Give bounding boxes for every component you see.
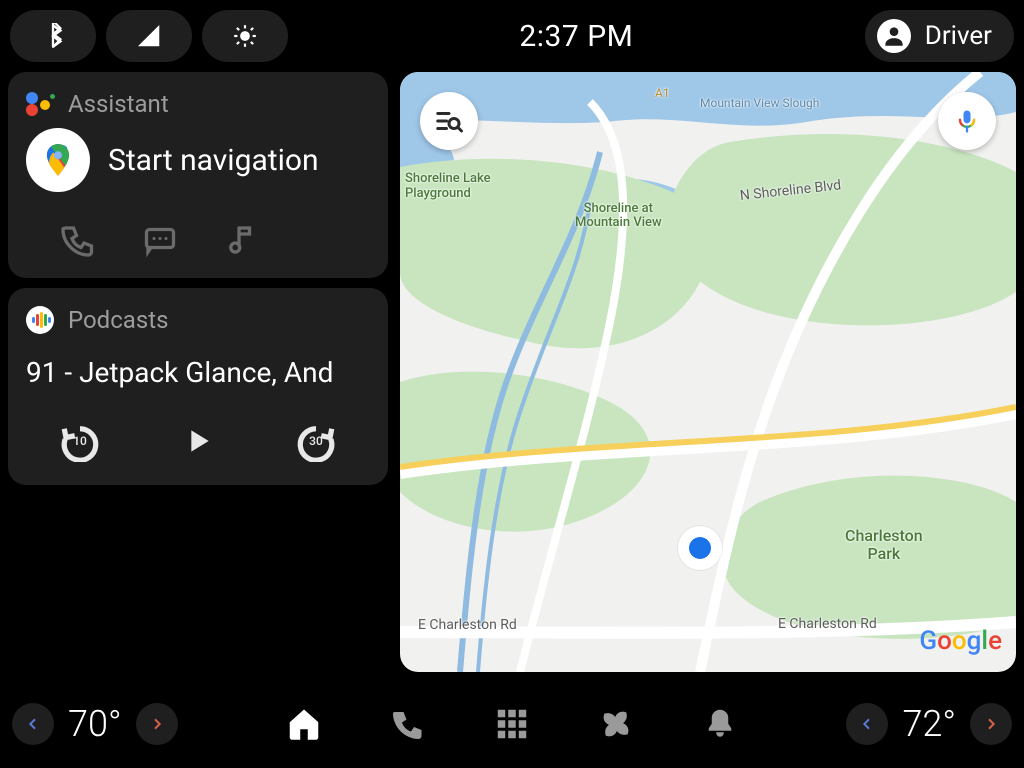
right-temp-down[interactable] — [846, 703, 888, 745]
play-icon — [182, 425, 214, 457]
bluetooth-button[interactable] — [10, 10, 96, 62]
list-search-icon — [434, 106, 464, 136]
podcasts-card-header: Podcasts — [26, 306, 370, 334]
cards-column: Assistant Start navig — [8, 72, 388, 485]
cell-signal-icon — [136, 23, 162, 49]
map-canvas — [400, 72, 1016, 672]
chevron-left-icon — [859, 716, 875, 732]
left-temp-value: 70° — [68, 703, 122, 745]
apps-button[interactable] — [492, 704, 532, 744]
forward-button[interactable]: 30 — [292, 417, 340, 465]
chevron-right-icon — [149, 716, 165, 732]
main-area: Assistant Start navig — [0, 72, 1024, 680]
start-navigation-row[interactable]: Start navigation — [26, 128, 370, 192]
map-search-button[interactable] — [420, 92, 478, 150]
assistant-card-title: Assistant — [68, 90, 169, 118]
music-note-icon — [224, 222, 260, 258]
bottom-bar: 70° 72° — [0, 680, 1024, 768]
map-label-route-a1: A1 — [655, 86, 670, 100]
chevron-left-icon — [25, 716, 41, 732]
right-temp-up[interactable] — [970, 703, 1012, 745]
rewind-button[interactable]: 10 — [56, 417, 104, 465]
play-button[interactable] — [174, 417, 222, 465]
my-location-dot — [678, 526, 722, 570]
notifications-button[interactable] — [700, 704, 740, 744]
map-label-charleston-park: Charleston Park — [845, 527, 923, 562]
map-label-slough: Mountain View Slough — [700, 96, 819, 110]
map-label-e-charleston-l: E Charleston Rd — [418, 617, 517, 633]
rewind-seconds: 10 — [73, 434, 87, 448]
profile-button[interactable]: Driver — [865, 10, 1014, 62]
map-attribution: Google — [919, 626, 1002, 656]
map-label-playground: Playground — [405, 187, 471, 201]
avatar-icon — [877, 19, 911, 53]
brightness-button[interactable] — [202, 10, 288, 62]
playback-controls: 10 30 — [26, 399, 370, 475]
chevron-right-icon — [983, 716, 999, 732]
status-bar: 2:37 PM Driver — [0, 0, 1024, 72]
podcast-episode-title: 91 - Jetpack Glance, And — [26, 356, 370, 389]
left-temp-up[interactable] — [136, 703, 178, 745]
cell-signal-button[interactable] — [106, 10, 192, 62]
phone-icon — [390, 706, 426, 742]
maps-icon — [26, 128, 90, 192]
right-temp-value: 72° — [902, 703, 956, 745]
map-label-shoreline: Shoreline at Mountain View — [575, 202, 662, 231]
bell-icon — [702, 706, 738, 742]
bluetooth-icon — [40, 23, 66, 49]
assistant-quick-actions — [26, 198, 370, 268]
home-icon — [286, 706, 322, 742]
forward-seconds: 30 — [309, 434, 323, 448]
music-button[interactable] — [220, 218, 264, 262]
dialer-button[interactable] — [388, 704, 428, 744]
status-time: 2:37 PM — [288, 19, 865, 54]
mic-icon — [953, 107, 981, 135]
left-temp-down[interactable] — [12, 703, 54, 745]
start-navigation-label: Start navigation — [108, 143, 319, 178]
map-label-e-charleston-r: E Charleston Rd — [778, 616, 877, 632]
voice-search-button[interactable] — [938, 92, 996, 150]
left-climate: 70° — [12, 703, 178, 745]
profile-name: Driver — [925, 21, 992, 51]
message-icon — [142, 222, 178, 258]
sun-icon — [232, 23, 258, 49]
grid-icon — [494, 706, 530, 742]
assistant-card[interactable]: Assistant Start navig — [8, 72, 388, 278]
podcasts-card[interactable]: Podcasts 91 - Jetpack Glance, And 10 30 — [8, 288, 388, 485]
assistant-icon — [26, 90, 54, 118]
right-climate: 72° — [846, 703, 1012, 745]
phone-icon — [60, 222, 96, 258]
map-view[interactable]: A1 Mountain View Slough Shoreline Lake P… — [400, 72, 1016, 672]
status-left — [10, 10, 288, 62]
fan-icon — [598, 706, 634, 742]
fan-button[interactable] — [596, 704, 636, 744]
podcasts-card-title: Podcasts — [68, 306, 168, 334]
bottom-nav — [178, 704, 847, 744]
assistant-card-header: Assistant — [26, 90, 370, 118]
home-button[interactable] — [284, 704, 324, 744]
messages-button[interactable] — [138, 218, 182, 262]
map-label-shoreline-lake: Shoreline Lake — [405, 172, 491, 186]
phone-button[interactable] — [56, 218, 100, 262]
podcasts-icon — [26, 306, 54, 334]
